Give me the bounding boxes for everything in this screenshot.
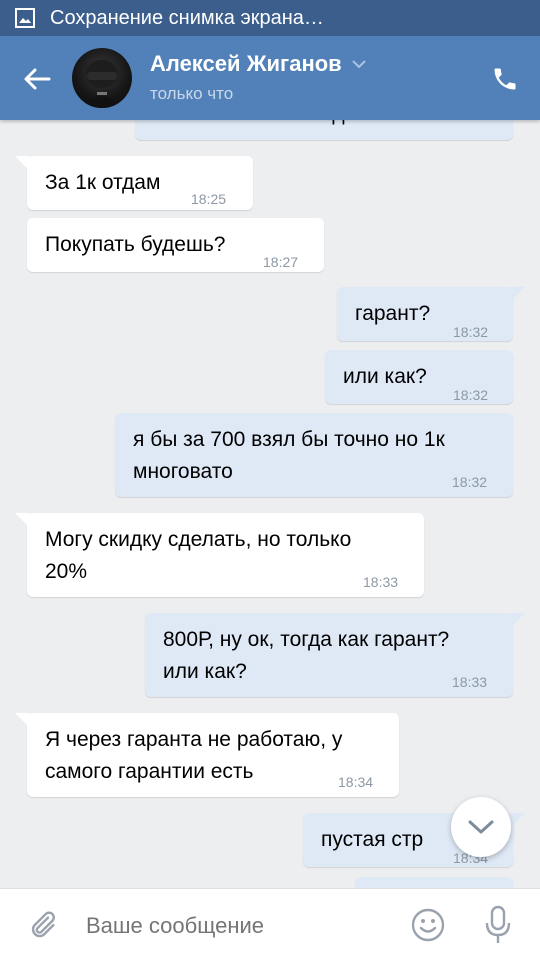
message-time: 18:32 (452, 474, 488, 490)
call-button[interactable] (488, 62, 522, 96)
avatar[interactable] (72, 48, 132, 108)
message-bubble-out[interactable]: 800Р, ну ок, тогда как гарант? или как? … (145, 613, 525, 697)
emoji-button[interactable] (410, 907, 446, 943)
message-time: 18:32 (453, 324, 489, 340)
message-text-line1: Могу скидку сделать, но только (45, 528, 352, 551)
message-text-line1: Я через гаранта не работаю, у (45, 728, 343, 751)
message-text: пустая стр (321, 828, 424, 851)
chevron-down-icon (351, 59, 366, 69)
message-time: 18:25 (191, 191, 227, 207)
message-input[interactable] (86, 909, 386, 943)
message-time: 18:25 (453, 120, 488, 131)
message-text: гарант? (355, 302, 431, 325)
message-bubble-in[interactable]: Я через гаранта не работаю, у самого гар… (15, 713, 399, 797)
message-bubble-in[interactable]: Покупать будешь? 18:27 (27, 218, 324, 272)
chat-header: Алексей Жиганов только что (0, 36, 540, 120)
back-arrow-icon (24, 68, 51, 90)
attach-button[interactable] (26, 909, 58, 941)
message-time: 18:33 (452, 674, 488, 690)
status-text: Сохранение снимка экрана… (50, 6, 324, 29)
message-text: За 1к отдам (45, 171, 161, 194)
back-button[interactable] (20, 62, 54, 96)
message-bubble-out[interactable]: клан за сколько отдашь? 18:25 (135, 120, 513, 140)
message-time: 18:32 (453, 387, 489, 403)
emoji-icon (411, 908, 445, 942)
paperclip-icon (31, 911, 55, 938)
message-text-line2: самого гарантии есть (45, 760, 254, 783)
message-time: 18:27 (263, 254, 299, 270)
phone-icon (494, 68, 516, 90)
status-bar: Сохранение снимка экрана… (0, 0, 540, 36)
message-composer (0, 888, 540, 960)
screenshot-icon (14, 7, 36, 29)
message-time: 18:33 (363, 574, 399, 590)
message-bubble-in[interactable]: Могу скидку сделать, но только 20% 18:33 (15, 513, 424, 597)
message-time: 18:34 (338, 774, 374, 790)
message-text: клан за сколько отдашь? (153, 120, 396, 129)
message-bubble-in[interactable]: За 1к отдам 18:25 (15, 156, 253, 210)
message-bubble-out[interactable]: я бы за 700 взял бы точно но 1к многоват… (115, 413, 513, 497)
mic-icon (485, 905, 511, 943)
message-list[interactable]: клан за сколько отдашь? 18:25 За 1к отда… (0, 120, 540, 888)
contact-name-label: Алексей Жиганов (150, 51, 342, 76)
message-text-line2: или как? (163, 660, 247, 683)
message-text-line1: я бы за 700 взял бы точно но 1к (133, 428, 445, 451)
message-text-line2: многовато (133, 460, 233, 483)
message-bubble-out[interactable]: или как? 18:32 (325, 350, 513, 404)
voice-button[interactable] (482, 905, 514, 945)
scroll-down-icon (468, 820, 494, 834)
message-bubble-out[interactable] (355, 877, 513, 888)
contact-status: только что (150, 84, 234, 103)
message-bubble-out[interactable]: гарант? 18:32 (337, 287, 525, 341)
scroll-down-button[interactable] (451, 797, 511, 857)
contact-name[interactable]: Алексей Жиганов (150, 51, 366, 77)
message-text-line1: 800Р, ну ок, тогда как гарант? (163, 628, 450, 651)
message-text-line2: 20% (45, 560, 88, 583)
message-text: Покупать будешь? (45, 233, 226, 256)
message-text: или как? (343, 365, 427, 388)
